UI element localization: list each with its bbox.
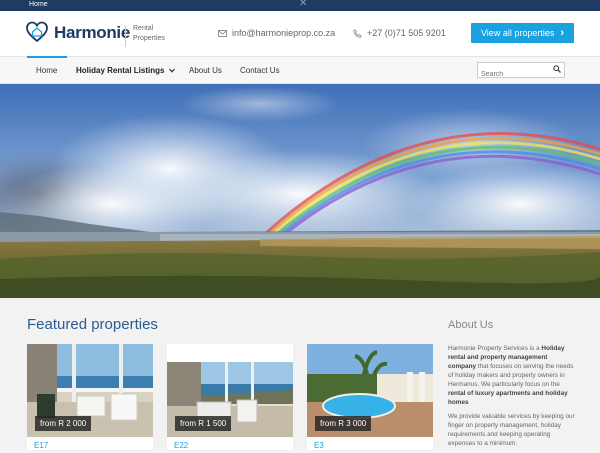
nav-about[interactable]: About Us bbox=[189, 66, 222, 75]
view-all-properties-button[interactable]: View all properties › bbox=[471, 23, 574, 43]
property-code[interactable]: E17 bbox=[34, 441, 48, 450]
site-header: Harmonie Rental Properties info@harmonie… bbox=[0, 11, 600, 56]
brand-tagline-line1: Rental bbox=[133, 25, 154, 32]
phone-icon bbox=[353, 28, 362, 38]
brand-divider bbox=[125, 25, 126, 47]
brand-tagline-line2: Properties bbox=[133, 35, 165, 42]
about-paragraph-2: We provide valuable services by keeping … bbox=[448, 413, 575, 447]
contact-email-text: info@harmonieprop.co.za bbox=[232, 28, 336, 38]
contact-phone[interactable]: +27 (0)71 505 9201 bbox=[353, 28, 446, 38]
top-home-link[interactable]: Home bbox=[29, 1, 48, 8]
about-text-run: Harmonie Property Services is a bbox=[448, 345, 542, 352]
search-input[interactable] bbox=[478, 67, 550, 82]
nav-active-indicator bbox=[27, 56, 67, 58]
brand-name[interactable]: Harmonie bbox=[54, 23, 130, 43]
envelope-icon bbox=[218, 29, 227, 37]
search-icon[interactable] bbox=[553, 65, 561, 73]
hero-rainbow-image bbox=[0, 84, 600, 298]
top-bar: Home ✕ bbox=[0, 0, 600, 11]
property-photo[interactable]: from R 1 500 bbox=[167, 344, 293, 437]
close-icon[interactable]: ✕ bbox=[299, 0, 307, 9]
chevron-right-icon: › bbox=[560, 27, 565, 39]
brand-tagline: Rental Properties bbox=[133, 24, 165, 44]
about-paragraph-1: Harmonie Property Services is a Holiday … bbox=[448, 344, 576, 407]
property-card[interactable]: from R 2 000 E17 bbox=[27, 344, 153, 450]
nav-home[interactable]: Home bbox=[36, 66, 57, 75]
featured-title: Featured properties bbox=[27, 316, 158, 333]
property-code[interactable]: E3 bbox=[314, 441, 324, 450]
main-nav: Home Holiday Rental Listings About Us Co… bbox=[0, 56, 600, 84]
nav-contact[interactable]: Contact Us bbox=[240, 66, 280, 75]
price-badge: from R 3 000 bbox=[315, 416, 372, 431]
hero-landscape-illustration bbox=[0, 84, 600, 298]
price-badge: from R 2 000 bbox=[35, 416, 92, 431]
contact-phone-text: +27 (0)71 505 9201 bbox=[367, 28, 446, 38]
chevron-down-icon bbox=[168, 68, 175, 74]
about-title: About Us bbox=[448, 319, 494, 331]
view-all-label: View all properties bbox=[480, 28, 555, 38]
about-text-bold: rental of luxury apartments and holiday … bbox=[448, 390, 568, 406]
nav-holiday-label: Holiday Rental Listings bbox=[76, 66, 165, 75]
property-code[interactable]: E22 bbox=[174, 441, 188, 450]
content-section: Featured properties from R 2 000 E17 fro… bbox=[0, 298, 600, 450]
price-badge: from R 1 500 bbox=[175, 416, 232, 431]
search-box bbox=[477, 62, 565, 82]
property-photo[interactable]: from R 3 000 bbox=[307, 344, 433, 437]
nav-holiday-listings[interactable]: Holiday Rental Listings bbox=[76, 66, 175, 75]
heart-house-icon[interactable] bbox=[26, 21, 48, 43]
property-card[interactable]: from R 3 000 E3 bbox=[307, 344, 433, 450]
property-card[interactable]: from R 1 500 E22 bbox=[167, 344, 293, 450]
contact-email[interactable]: info@harmonieprop.co.za bbox=[218, 28, 335, 38]
property-photo[interactable]: from R 2 000 bbox=[27, 344, 153, 437]
about-text: Harmonie Property Services is a Holiday … bbox=[448, 344, 576, 453]
